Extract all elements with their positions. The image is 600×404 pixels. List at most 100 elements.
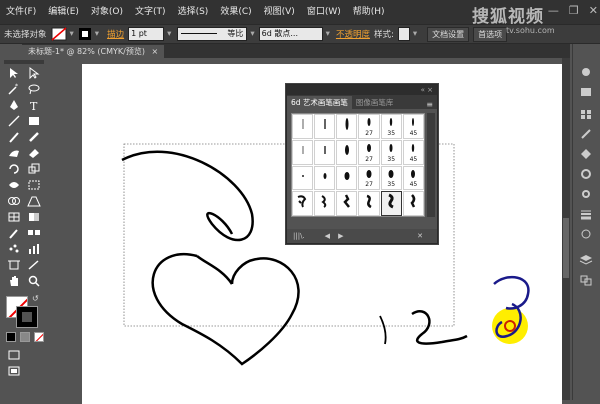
stroke-panel-icon[interactable] <box>579 208 595 222</box>
scroll-thumb[interactable] <box>563 218 569 278</box>
previous-library-icon[interactable]: ◀ <box>325 232 330 240</box>
brush-swatch[interactable] <box>358 191 380 216</box>
restore-icon[interactable]: ❐ <box>569 4 579 17</box>
swatches-icon[interactable] <box>579 108 595 122</box>
brush-swatch[interactable] <box>314 191 336 216</box>
panel-scrollbar[interactable] <box>427 113 435 217</box>
menu-view[interactable]: 视图(V) <box>258 0 301 24</box>
line-segment-tool-icon[interactable] <box>4 114 24 128</box>
vertical-scrollbar[interactable] <box>562 58 570 400</box>
brush-swatch[interactable] <box>292 165 314 191</box>
layers-icon[interactable] <box>579 254 595 268</box>
brush-swatch[interactable] <box>292 191 314 216</box>
stroke-label[interactable]: 描边 <box>107 28 124 40</box>
brush-swatch[interactable] <box>336 191 358 216</box>
color-mode-icon[interactable] <box>6 332 16 342</box>
brush-swatch[interactable] <box>336 139 358 165</box>
brush-swatch[interactable] <box>314 165 336 191</box>
scale-tool-icon[interactable] <box>24 162 44 176</box>
brush-swatch[interactable]: 35 <box>380 165 402 191</box>
symbol-sprayer-tool-icon[interactable] <box>4 242 24 256</box>
brush-swatch[interactable]: 27 <box>358 165 380 191</box>
brush-swatch[interactable]: 45 <box>402 139 424 165</box>
brush-swatch[interactable] <box>402 191 424 216</box>
menu-effect[interactable]: 效果(C) <box>214 0 257 24</box>
pen-tool-icon[interactable] <box>4 98 24 112</box>
brush-swatch[interactable]: 35 <box>380 114 402 139</box>
eraser-tool-icon[interactable] <box>24 146 44 160</box>
rectangle-tool-icon[interactable] <box>24 114 44 128</box>
brush-definition[interactable]: 6d 散点... ▾ <box>258 27 330 41</box>
shape-builder-tool-icon[interactable] <box>4 194 24 208</box>
preferences-button[interactable]: 首选项 <box>473 26 508 42</box>
artboards-icon[interactable] <box>579 274 595 288</box>
eyedropper-tool-icon[interactable] <box>4 226 24 240</box>
paintbrush-tool-icon[interactable] <box>4 130 24 144</box>
zoom-tool-icon[interactable] <box>24 274 44 288</box>
brush-swatch[interactable]: 45 <box>402 165 424 191</box>
stroke-swatch[interactable] <box>16 306 38 328</box>
pencil-tool-icon[interactable] <box>24 130 44 144</box>
fill-swatch[interactable]: ▾ <box>51 27 74 41</box>
menu-select[interactable]: 选择(S) <box>172 0 215 24</box>
brush-swatch[interactable]: 45 <box>402 114 424 139</box>
brush-swatch[interactable] <box>292 139 314 165</box>
brush-library-panel[interactable]: « × 6d 艺术画笔画笔 图像画笔库 ≡ 27 35 45 27 35 45 27 35 45… <box>286 84 438 244</box>
remove-stroke-icon[interactable]: ✕ <box>417 232 423 240</box>
next-library-icon[interactable]: ▶ <box>338 232 343 240</box>
graphic-styles-icon[interactable] <box>579 168 595 182</box>
magic-wand-tool-icon[interactable]: * <box>4 82 24 96</box>
column-graph-tool-icon[interactable] <box>24 242 44 256</box>
none-mode-icon[interactable] <box>34 332 44 342</box>
lasso-tool-icon[interactable] <box>24 82 44 96</box>
minimize-icon[interactable]: — <box>548 4 559 17</box>
menu-object[interactable]: 对象(O) <box>85 0 129 24</box>
width-tool-icon[interactable] <box>4 178 24 192</box>
brush-swatch[interactable] <box>292 114 314 139</box>
blend-tool-icon[interactable] <box>24 226 44 240</box>
tab-art-brushes[interactable]: 6d 艺术画笔画笔 <box>287 96 352 109</box>
symbols-icon[interactable] <box>579 148 595 162</box>
screen-mode-icon[interactable] <box>4 364 24 378</box>
hand-tool-icon[interactable] <box>4 274 24 288</box>
brushes-icon[interactable] <box>579 128 595 142</box>
free-transform-tool-icon[interactable] <box>24 178 44 192</box>
brush-field[interactable]: 6d 散点... <box>258 27 323 41</box>
panel-header[interactable]: « × <box>287 85 437 95</box>
brush-swatch[interactable] <box>336 114 358 139</box>
brush-libraries-menu-icon[interactable]: |||\. <box>293 232 305 240</box>
style-swatch[interactable]: ▾ <box>397 27 417 41</box>
gradient-tool-icon[interactable] <box>24 210 44 224</box>
tab-image-brush-library[interactable]: 图像画笔库 <box>352 96 398 109</box>
brush-swatch[interactable]: 27 <box>358 139 380 165</box>
tab-close-icon[interactable]: × <box>152 47 159 56</box>
brush-swatch[interactable] <box>314 114 336 139</box>
rotate-tool-icon[interactable] <box>4 162 24 176</box>
variable-width-profile[interactable]: 等比 ▾ <box>177 27 255 41</box>
blob-brush-tool-icon[interactable] <box>4 146 24 160</box>
brush-swatch[interactable]: 27 <box>358 114 380 139</box>
appearance-icon[interactable] <box>579 188 595 202</box>
profile-field[interactable]: 等比 <box>177 27 248 41</box>
menu-help[interactable]: 帮助(H) <box>347 0 391 24</box>
color-guide-icon[interactable] <box>579 86 595 100</box>
menu-type[interactable]: 文字(T) <box>129 0 172 24</box>
stroke-swatch[interactable]: ▾ <box>78 27 99 41</box>
artboard-tool-icon[interactable] <box>4 258 24 272</box>
gradient-mode-icon[interactable] <box>20 332 30 342</box>
brush-swatch[interactable] <box>336 165 358 191</box>
mesh-tool-icon[interactable] <box>4 210 24 224</box>
selection-tool-icon[interactable] <box>4 66 24 80</box>
brush-swatch[interactable]: 35 <box>380 139 402 165</box>
transparency-icon[interactable] <box>579 228 595 242</box>
stroke-weight[interactable]: 1 pt ▾ <box>128 27 171 41</box>
menu-edit[interactable]: 编辑(E) <box>42 0 85 24</box>
menu-window[interactable]: 窗口(W) <box>301 0 347 24</box>
swap-icon[interactable]: ↺ <box>32 294 39 303</box>
direct-selection-tool-icon[interactable] <box>24 66 44 80</box>
brush-swatch[interactable] <box>314 139 336 165</box>
document-setup-button[interactable]: 文档设置 <box>427 26 470 42</box>
type-tool-icon[interactable]: T <box>24 98 44 112</box>
slice-tool-icon[interactable] <box>24 258 44 272</box>
document-tab[interactable]: 未标题-1* @ 82% (CMYK/预览) × <box>22 45 165 58</box>
